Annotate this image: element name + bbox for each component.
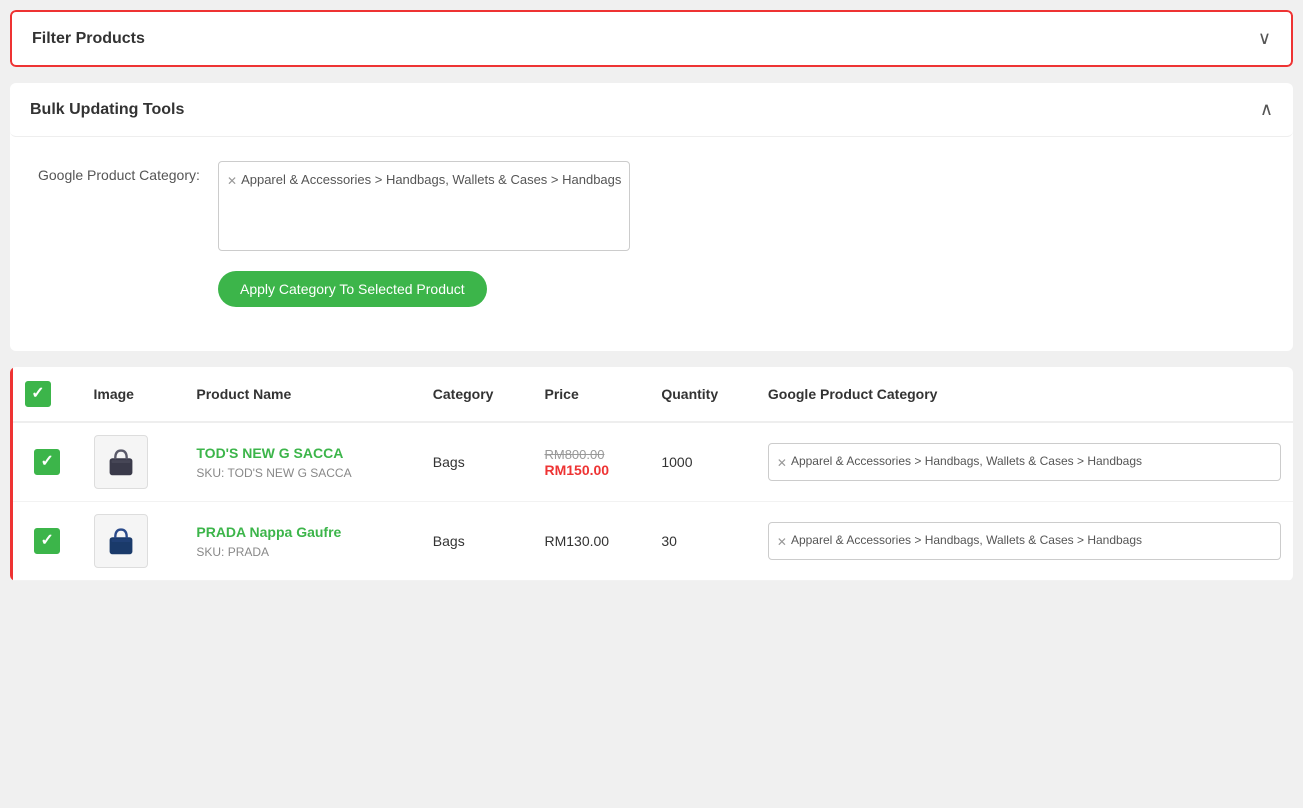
product-tag-remove-icon[interactable]: ✕ bbox=[777, 454, 787, 472]
filter-products-section: Filter Products ∨ bbox=[10, 10, 1293, 67]
row-checkbox-cell: ✓ bbox=[12, 422, 82, 502]
price-original: RM800.00 bbox=[544, 447, 637, 462]
apply-category-button[interactable]: Apply Category To Selected Product bbox=[218, 271, 487, 307]
quantity-text: 1000 bbox=[661, 454, 692, 470]
apply-button-spacer bbox=[38, 271, 218, 277]
product-name-link[interactable]: PRADA Nappa Gaufre bbox=[196, 524, 408, 540]
bulk-category-tag: ✕ Apparel & Accessories > Handbags, Wall… bbox=[227, 170, 621, 190]
product-name-link[interactable]: TOD'S NEW G SACCA bbox=[196, 445, 408, 461]
filter-products-title: Filter Products bbox=[32, 30, 145, 48]
product-tag-remove-icon[interactable]: ✕ bbox=[777, 533, 787, 551]
category-text: Bags bbox=[433, 533, 465, 549]
row-google-category-cell: ✕ Apparel & Accessories > Handbags, Wall… bbox=[756, 502, 1293, 581]
row-image-cell bbox=[82, 422, 185, 502]
table-row: ✓ PRADA Nappa Gaufre SKU: PRADA Bags RM13… bbox=[12, 502, 1294, 581]
col-google-category: Google Product Category bbox=[756, 367, 1293, 422]
row-checkbox-1[interactable]: ✓ bbox=[34, 528, 60, 554]
product-category-text: Apparel & Accessories > Handbags, Wallet… bbox=[791, 531, 1142, 549]
google-category-label: Google Product Category: bbox=[38, 161, 218, 183]
quantity-text: 30 bbox=[661, 533, 677, 549]
bulk-category-text: Apparel & Accessories > Handbags, Wallet… bbox=[241, 170, 621, 190]
product-sku: SKU: PRADA bbox=[196, 545, 269, 559]
category-text: Bags bbox=[433, 454, 465, 470]
products-section: ✓ Image Product Name Category Price Quan… bbox=[10, 367, 1293, 581]
row-checkmark-icon: ✓ bbox=[41, 533, 54, 549]
row-category-cell: Bags bbox=[421, 502, 533, 581]
price-normal: RM130.00 bbox=[544, 533, 609, 549]
product-category-box[interactable]: ✕ Apparel & Accessories > Handbags, Wall… bbox=[768, 522, 1281, 560]
bulk-section-header[interactable]: Bulk Updating Tools ∧ bbox=[10, 83, 1293, 137]
header-checkbox-col: ✓ bbox=[12, 367, 82, 422]
bulk-body: Google Product Category: ✕ Apparel & Acc… bbox=[10, 137, 1293, 351]
bag-svg-icon bbox=[102, 522, 140, 560]
products-tbody: ✓ TOD'S NEW G SACCA SKU: TOD'S NEW G SAC… bbox=[12, 422, 1294, 581]
col-image: Image bbox=[82, 367, 185, 422]
google-category-row: Google Product Category: ✕ Apparel & Acc… bbox=[38, 161, 1265, 251]
row-image-cell bbox=[82, 502, 185, 581]
row-price-cell: RM130.00 bbox=[532, 502, 649, 581]
row-price-cell: RM800.00 RM150.00 bbox=[532, 422, 649, 502]
col-category: Category bbox=[421, 367, 533, 422]
header-checkmark-icon: ✓ bbox=[31, 386, 44, 402]
row-name-cell: PRADA Nappa Gaufre SKU: PRADA bbox=[184, 502, 420, 581]
product-sku: SKU: TOD'S NEW G SACCA bbox=[196, 466, 351, 480]
filter-products-header[interactable]: Filter Products ∨ bbox=[10, 10, 1293, 67]
price-discounted: RM150.00 bbox=[544, 462, 637, 478]
product-category-text: Apparel & Accessories > Handbags, Wallet… bbox=[791, 452, 1142, 470]
col-price: Price bbox=[532, 367, 649, 422]
product-image bbox=[94, 514, 148, 568]
row-checkbox-0[interactable]: ✓ bbox=[34, 449, 60, 475]
products-table: ✓ Image Product Name Category Price Quan… bbox=[10, 367, 1293, 581]
row-quantity-cell: 30 bbox=[649, 502, 756, 581]
table-header-row: ✓ Image Product Name Category Price Quan… bbox=[12, 367, 1294, 422]
bulk-chevron-icon: ∧ bbox=[1260, 99, 1273, 120]
row-quantity-cell: 1000 bbox=[649, 422, 756, 502]
filter-chevron-icon: ∨ bbox=[1258, 28, 1271, 49]
product-category-box[interactable]: ✕ Apparel & Accessories > Handbags, Wall… bbox=[768, 443, 1281, 481]
bulk-updating-section: Bulk Updating Tools ∧ Google Product Cat… bbox=[10, 83, 1293, 351]
bulk-section-title: Bulk Updating Tools bbox=[30, 101, 184, 119]
row-name-cell: TOD'S NEW G SACCA SKU: TOD'S NEW G SACCA bbox=[184, 422, 420, 502]
product-category-tag: ✕ Apparel & Accessories > Handbags, Wall… bbox=[777, 531, 1272, 551]
product-category-tag: ✕ Apparel & Accessories > Handbags, Wall… bbox=[777, 452, 1272, 472]
row-checkbox-cell: ✓ bbox=[12, 502, 82, 581]
row-google-category-cell: ✕ Apparel & Accessories > Handbags, Wall… bbox=[756, 422, 1293, 502]
header-checkbox[interactable]: ✓ bbox=[25, 381, 51, 407]
bulk-category-box[interactable]: ✕ Apparel & Accessories > Handbags, Wall… bbox=[218, 161, 630, 251]
row-checkmark-icon: ✓ bbox=[41, 454, 54, 470]
product-image bbox=[94, 435, 148, 489]
table-row: ✓ TOD'S NEW G SACCA SKU: TOD'S NEW G SAC… bbox=[12, 422, 1294, 502]
col-quantity: Quantity bbox=[649, 367, 756, 422]
apply-button-row: Apply Category To Selected Product bbox=[38, 271, 1265, 307]
bulk-tag-remove-icon[interactable]: ✕ bbox=[227, 172, 237, 190]
col-product-name: Product Name bbox=[184, 367, 420, 422]
row-category-cell: Bags bbox=[421, 422, 533, 502]
bag-svg-icon bbox=[102, 443, 140, 481]
